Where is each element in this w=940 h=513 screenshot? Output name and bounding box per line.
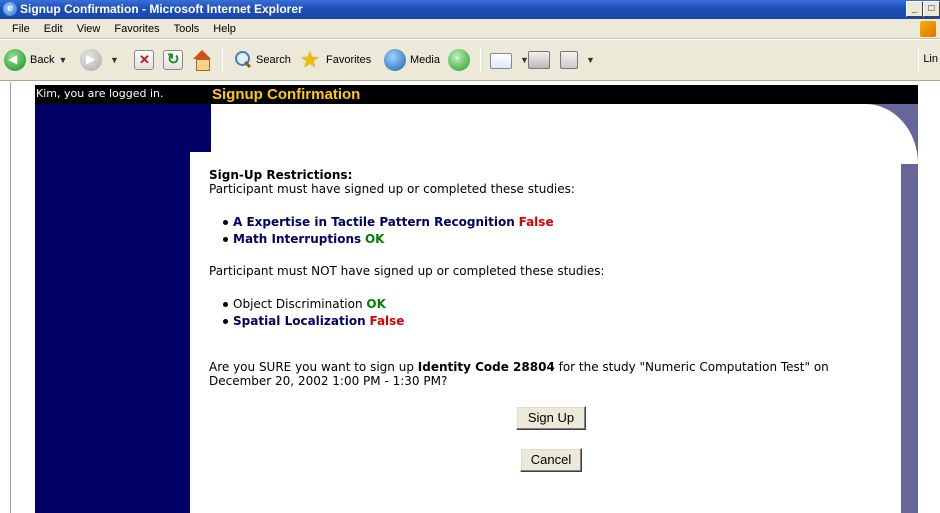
history-button[interactable]	[448, 47, 474, 73]
list-item: Spatial Localization False	[222, 313, 405, 330]
menu-tools[interactable]: Tools	[167, 20, 207, 38]
search-button[interactable]: Search	[232, 47, 291, 73]
refresh-button[interactable]	[163, 47, 187, 73]
sign-up-button[interactable]: Sign Up	[516, 406, 586, 430]
back-arrow-icon	[4, 49, 26, 71]
menu-edit[interactable]: Edit	[37, 20, 70, 38]
confirmation-question: Are you SURE you want to sign up Identit…	[209, 360, 879, 388]
menu-help[interactable]: Help	[206, 20, 243, 38]
back-button[interactable]: Back ▼	[4, 47, 67, 73]
home-icon	[191, 49, 213, 71]
menu-file[interactable]: File	[5, 20, 37, 38]
cancel-button[interactable]: Cancel	[520, 448, 582, 472]
search-label: Search	[256, 54, 291, 66]
study-name: Math Interruptions	[233, 232, 362, 246]
media-label: Media	[410, 54, 440, 66]
confirm-prefix: Are you SURE you want to sign up	[209, 360, 418, 374]
status-badge: False	[518, 215, 554, 229]
status-badge: OK	[366, 297, 386, 311]
history-icon	[448, 49, 470, 71]
mail-icon	[490, 53, 512, 69]
forward-arrow-icon	[80, 49, 102, 71]
study-name: Object Discrimination	[233, 297, 363, 311]
menu-bar: File Edit View Favorites Tools Help	[0, 19, 940, 39]
required-studies-intro: Participant must have signed up or compl…	[209, 182, 575, 196]
window-left-border	[10, 82, 11, 513]
refresh-icon	[163, 50, 183, 70]
print-icon	[528, 51, 550, 69]
window-controls: _ □	[906, 1, 940, 17]
favorites-star-icon: ★	[300, 47, 320, 72]
confirm-date: December 20, 2002 1:00 PM - 1:30 PM?	[209, 374, 448, 388]
logged-in-status: Kim, you are logged in.	[36, 87, 164, 100]
restrictions-heading: Sign-Up Restrictions:	[209, 168, 353, 182]
stop-icon	[134, 50, 154, 70]
maximize-button[interactable]: □	[923, 1, 940, 17]
media-icon	[384, 49, 406, 71]
excluded-studies-list: Object Discrimination OK Spatial Localiz…	[222, 296, 405, 330]
identity-code: Identity Code 28804	[417, 360, 555, 374]
confirmation-panel: Sign-Up Restrictions: Participant must h…	[190, 152, 901, 513]
edit-dropdown-icon[interactable]: ▼	[586, 55, 595, 65]
media-button[interactable]: Media	[384, 47, 440, 73]
print-button[interactable]	[528, 47, 554, 73]
list-item: Object Discrimination OK	[222, 296, 404, 313]
toolbar-separator	[222, 48, 223, 72]
internet-explorer-icon: e	[3, 2, 17, 16]
status-badge: False	[369, 314, 405, 328]
back-label: Back	[30, 54, 55, 66]
toolbar-separator	[918, 48, 919, 72]
favorites-label: Favorites	[326, 54, 372, 66]
back-dropdown-icon[interactable]: ▼	[58, 55, 67, 65]
study-name: A Expertise in Tactile Pattern Recogniti…	[233, 215, 515, 229]
windows-logo-icon	[920, 21, 936, 37]
home-button[interactable]	[191, 47, 217, 73]
left-nav-column	[35, 104, 211, 513]
menu-view[interactable]: View	[70, 20, 108, 38]
stop-button[interactable]	[134, 47, 158, 73]
favorites-button[interactable]: ★ Favorites	[300, 47, 371, 73]
links-toolbar-label[interactable]: Lin	[923, 53, 938, 65]
forward-button[interactable]: ▼	[80, 47, 119, 73]
required-studies-list: A Expertise in Tactile Pattern Recogniti…	[223, 214, 554, 248]
page-viewport: Kim, you are logged in. Signup Confirmat…	[0, 82, 940, 513]
list-item: A Expertise in Tactile Pattern Recogniti…	[223, 214, 554, 231]
search-icon	[232, 50, 252, 70]
window-titlebar[interactable]: e Signup Confirmation - Microsoft Intern…	[0, 0, 940, 19]
edit-button[interactable]: ▼	[560, 47, 595, 73]
study-name: Spatial Localization	[233, 314, 366, 328]
excluded-studies-intro: Participant must NOT have signed up or c…	[209, 264, 605, 278]
status-badge: OK	[364, 232, 385, 246]
mail-button[interactable]: ▼	[490, 47, 529, 73]
page-title: Signup Confirmation	[212, 86, 361, 103]
confirm-study: for the study "Numeric Computation Test"…	[554, 360, 829, 374]
list-item: Math Interruptions OK	[223, 231, 554, 248]
site-header-bar	[35, 85, 918, 104]
edit-page-icon	[560, 51, 578, 69]
forward-dropdown-icon[interactable]: ▼	[110, 55, 119, 65]
minimize-button[interactable]: _	[906, 1, 923, 17]
menu-favorites[interactable]: Favorites	[107, 20, 166, 38]
toolbar-separator	[480, 48, 481, 72]
standard-toolbar: Back ▼ ▼ Search ★ Favorites Media ▼ ▼	[0, 40, 940, 81]
window-title: Signup Confirmation - Microsoft Internet…	[20, 2, 303, 16]
